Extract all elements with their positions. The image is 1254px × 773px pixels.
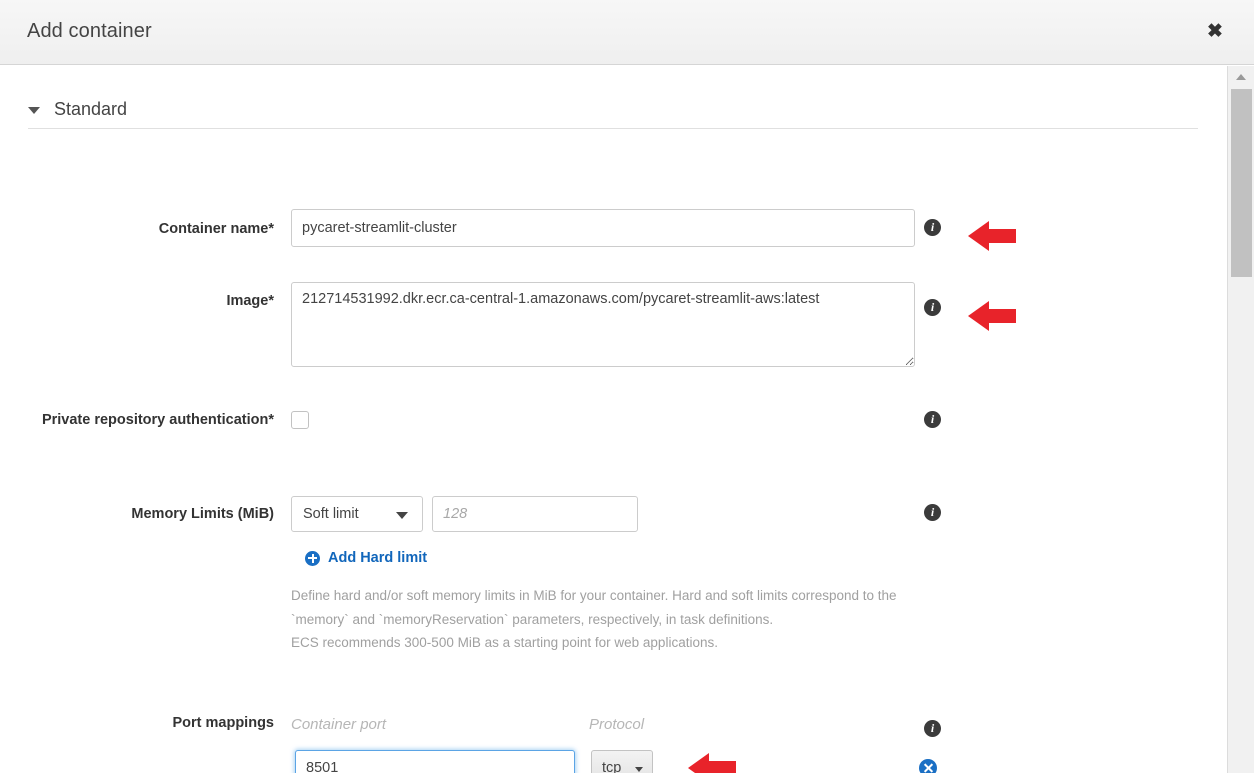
modal-body: Standard Container name* i Image* 212714… <box>0 66 1227 773</box>
private-repo-auth-checkbox[interactable] <box>291 411 309 429</box>
port-mapping-row: tcp <box>291 750 937 773</box>
plus-circle-icon <box>305 551 320 566</box>
memory-limit-value-input[interactable] <box>432 496 638 532</box>
vertical-scrollbar[interactable] <box>1227 66 1254 773</box>
info-icon[interactable]: i <box>924 720 941 737</box>
info-icon[interactable]: i <box>924 504 941 521</box>
modal-title: Add container <box>27 20 152 43</box>
modal-header: Add container ✖ <box>0 0 1254 65</box>
caret-down-icon[interactable] <box>28 107 40 114</box>
image-textarea[interactable]: 212714531992.dkr.ecr.ca-central-1.amazon… <box>291 282 915 367</box>
scrollbar-thumb[interactable] <box>1231 89 1252 277</box>
memory-limit-type-value: Soft limit <box>303 506 359 522</box>
private-repo-auth-control <box>291 411 309 429</box>
chevron-down-icon <box>396 512 408 519</box>
memory-limits-control: Soft limit <box>291 496 638 532</box>
container-name-input[interactable] <box>291 209 915 247</box>
memory-limit-type-select[interactable]: Soft limit <box>291 496 423 532</box>
section-divider <box>28 128 1198 129</box>
info-icon[interactable]: i <box>924 219 941 236</box>
container-port-input[interactable] <box>295 750 575 773</box>
column-header-protocol: Protocol <box>589 716 644 733</box>
add-container-modal: Add container ✖ Standard Container name*… <box>0 0 1254 773</box>
memory-limits-label: Memory Limits (MiB) <box>0 504 274 525</box>
column-header-container-port: Container port <box>291 716 386 733</box>
memory-limits-help-text: Define hard and/or soft memory limits in… <box>291 584 991 655</box>
red-left-arrow-icon <box>968 221 1016 251</box>
container-name-label: Container name* <box>0 219 274 240</box>
add-hard-limit-label: Add Hard limit <box>328 550 427 566</box>
help-line-3: ECS recommends 300-500 MiB as a starting… <box>291 631 991 655</box>
chevron-down-icon <box>635 767 643 772</box>
remove-port-mapping-button[interactable] <box>919 759 937 773</box>
image-control: 212714531992.dkr.ecr.ca-central-1.amazon… <box>291 282 915 372</box>
section-title: Standard <box>54 99 127 120</box>
port-mappings-label: Port mappings <box>0 713 274 734</box>
add-hard-limit-button[interactable]: Add Hard limit <box>305 550 427 566</box>
protocol-select[interactable]: tcp <box>591 750 653 773</box>
close-icon[interactable]: ✖ <box>1204 22 1226 44</box>
container-name-control <box>291 209 915 247</box>
private-repo-auth-label: Private repository authentication* <box>0 409 274 432</box>
protocol-value: tcp <box>602 760 621 773</box>
section-standard-header: Standard <box>28 94 1198 124</box>
info-icon[interactable]: i <box>924 299 941 316</box>
scroll-up-arrow-icon[interactable] <box>1228 66 1254 86</box>
image-label: Image* <box>0 291 274 312</box>
help-line-2: `memory` and `memoryReservation` paramet… <box>291 608 991 632</box>
info-icon[interactable]: i <box>924 411 941 428</box>
red-left-arrow-icon <box>968 301 1016 331</box>
help-line-1: Define hard and/or soft memory limits in… <box>291 584 991 608</box>
